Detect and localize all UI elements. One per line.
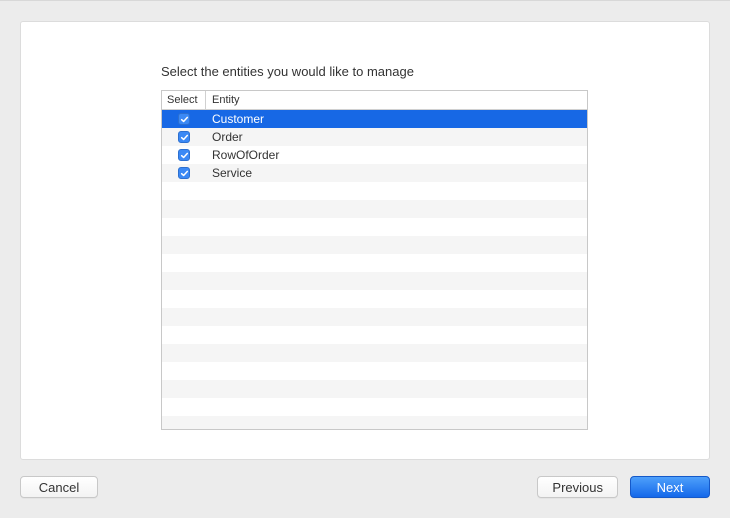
table-row — [162, 326, 587, 344]
cell-entity: RowOfOrder — [206, 148, 587, 162]
table-row — [162, 344, 587, 362]
cell-entity: Order — [206, 130, 587, 144]
select-checkbox[interactable] — [178, 113, 190, 125]
instruction-text: Select the entities you would like to ma… — [161, 64, 414, 79]
cell-entity: Service — [206, 166, 587, 180]
table-row — [162, 416, 587, 430]
table-row — [162, 380, 587, 398]
table-row — [162, 236, 587, 254]
wizard-window: Select the entities you would like to ma… — [0, 0, 730, 518]
table-row — [162, 398, 587, 416]
select-checkbox[interactable] — [178, 149, 190, 161]
cancel-button[interactable]: Cancel — [20, 476, 98, 498]
cell-select — [162, 167, 206, 179]
cell-entity: Customer — [206, 112, 587, 126]
select-checkbox[interactable] — [178, 131, 190, 143]
table-header: Select Entity — [162, 91, 587, 110]
table-row — [162, 200, 587, 218]
entities-table: Select Entity Customer Order RowOfOrder Ser… — [161, 90, 588, 430]
column-header-entity[interactable]: Entity — [206, 91, 587, 109]
table-row — [162, 272, 587, 290]
table-row — [162, 362, 587, 380]
next-button[interactable]: Next — [630, 476, 710, 498]
table-row — [162, 218, 587, 236]
table-row[interactable]: Order — [162, 128, 587, 146]
content-panel: Select the entities you would like to ma… — [20, 21, 710, 460]
previous-button[interactable]: Previous — [537, 476, 618, 498]
cell-select — [162, 131, 206, 143]
column-header-select[interactable]: Select — [162, 91, 206, 109]
table-row — [162, 290, 587, 308]
table-row[interactable]: Service — [162, 164, 587, 182]
table-row[interactable]: Customer — [162, 110, 587, 128]
button-bar: Cancel Previous Next — [20, 476, 710, 502]
table-row[interactable]: RowOfOrder — [162, 146, 587, 164]
table-row — [162, 182, 587, 200]
table-body: Customer Order RowOfOrder Service — [162, 110, 587, 430]
table-row — [162, 254, 587, 272]
table-row — [162, 308, 587, 326]
cell-select — [162, 149, 206, 161]
cell-select — [162, 113, 206, 125]
select-checkbox[interactable] — [178, 167, 190, 179]
